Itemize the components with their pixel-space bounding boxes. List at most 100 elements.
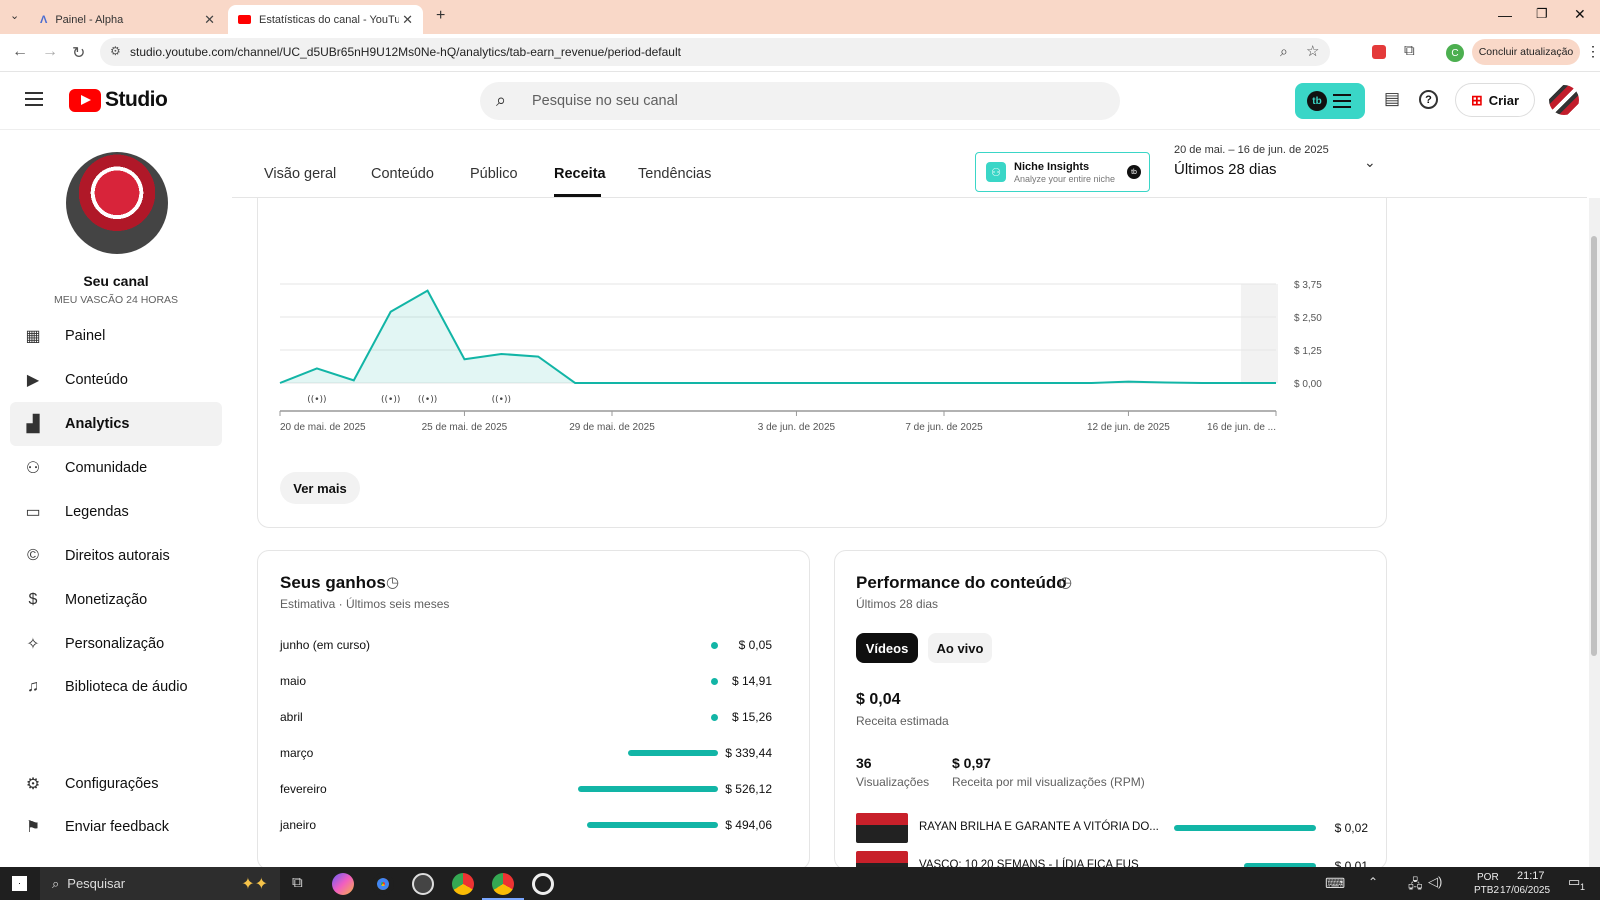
history-clock-icon[interactable]: ◷ bbox=[386, 573, 399, 591]
restore-icon[interactable]: ❐ bbox=[1536, 6, 1548, 22]
sidebar-item-comunidade[interactable]: ⚇ Comunidade bbox=[10, 446, 222, 490]
sidebar-item-biblioteca-audio[interactable]: ♫ Biblioteca de áudio bbox=[10, 665, 222, 709]
channel-avatar[interactable] bbox=[66, 152, 168, 254]
period-range: 20 de mai. – 16 de jun. de 2025 bbox=[1174, 144, 1329, 156]
tray-chevron-icon[interactable]: ⌃ bbox=[1368, 875, 1378, 889]
taskbar-search[interactable]: ⌕ Pesquisar ✦✦ bbox=[40, 867, 280, 900]
chrome-active-icon[interactable] bbox=[492, 873, 514, 895]
network-icon[interactable]: 🖧 bbox=[1408, 875, 1423, 897]
menu-lines-icon bbox=[1333, 94, 1351, 108]
earnings-row: maio $ 14,91 bbox=[280, 671, 790, 691]
tab-ao-vivo[interactable]: Ao vivo bbox=[928, 633, 992, 663]
audio-library-icon: ♫ bbox=[27, 678, 39, 695]
zoom-icon[interactable]: ⌕ bbox=[1280, 43, 1288, 60]
x-tick-label: 12 de jun. de 2025 bbox=[1087, 422, 1170, 433]
niche-title: Niche Insights bbox=[1014, 161, 1090, 173]
taskbar-search-placeholder: Pesquisar bbox=[67, 876, 126, 891]
sidebar-item-direitos-autorais[interactable]: © Direitos autorais bbox=[10, 534, 222, 578]
close-tab-icon[interactable]: ✕ bbox=[204, 12, 215, 28]
earnings-month: maio bbox=[280, 674, 307, 688]
sidebar-item-monetizacao[interactable]: $ Monetização bbox=[10, 578, 222, 622]
close-tab-icon[interactable]: ✕ bbox=[402, 12, 413, 28]
tab-conteudo[interactable]: Conteúdo bbox=[371, 166, 434, 182]
tab-receita[interactable]: Receita bbox=[554, 166, 606, 182]
address-bar[interactable]: ⚙ studio.youtube.com/channel/UC_d5UBr65n… bbox=[100, 38, 1330, 66]
help-icon[interactable]: ? bbox=[1419, 90, 1438, 109]
forward-icon[interactable]: → bbox=[42, 43, 58, 61]
copilot-icon[interactable] bbox=[332, 873, 354, 895]
performance-title: Performance do conteúdo bbox=[856, 573, 1067, 592]
reload-icon[interactable]: ↻ bbox=[72, 43, 85, 63]
sidebar-item-configuracoes[interactable]: ⚙ Configurações bbox=[10, 762, 222, 806]
history-clock-icon[interactable]: ◷ bbox=[1059, 573, 1072, 591]
sidebar-item-analytics[interactable]: ▟ Analytics bbox=[10, 402, 222, 446]
extensions-puzzle-icon[interactable]: ⧉ bbox=[1404, 42, 1415, 59]
obs-icon[interactable] bbox=[412, 873, 434, 895]
gear-icon: ⚙ bbox=[25, 776, 41, 793]
tab-label: Vídeos bbox=[865, 640, 909, 656]
niche-insights-button[interactable]: ⚇ Niche Insights Analyze your entire nic… bbox=[975, 152, 1150, 192]
tab-videos[interactable]: Vídeos bbox=[856, 633, 918, 663]
sidebar-item-enviar-feedback[interactable]: ⚑ Enviar feedback bbox=[10, 805, 222, 849]
extension-red-icon[interactable] bbox=[1372, 45, 1386, 59]
update-button[interactable]: Concluir atualização bbox=[1472, 39, 1580, 65]
profile-avatar[interactable]: C bbox=[1446, 44, 1464, 62]
new-tab-icon[interactable]: + bbox=[436, 7, 445, 25]
clock-time[interactable]: 21:17 bbox=[1517, 870, 1545, 882]
video-row[interactable]: RAYAN BRILHA E GARANTE A VITÓRIA DO... $… bbox=[856, 813, 1368, 843]
channel-search-input[interactable]: ⌕ Pesquise no seu canal bbox=[480, 82, 1120, 120]
windows-start-icon[interactable] bbox=[12, 876, 27, 891]
close-window-icon[interactable]: ✕ bbox=[1574, 6, 1586, 23]
video-title: RAYAN BRILHA E GARANTE A VITÓRIA DO... bbox=[919, 821, 1159, 833]
search-icon: ⌕ bbox=[496, 90, 507, 110]
task-view-icon[interactable]: ⧉ bbox=[292, 874, 303, 891]
tab-title: Painel - Alpha bbox=[55, 13, 124, 26]
site-info-icon[interactable]: ⚙ bbox=[110, 44, 121, 58]
browser-menu-icon[interactable]: ⋮ bbox=[1586, 43, 1600, 60]
minimize-icon[interactable]: — bbox=[1498, 7, 1512, 23]
notifications-icon[interactable]: ▭ bbox=[1568, 874, 1580, 890]
sidebar-item-conteudo[interactable]: ▶ Conteúdo bbox=[10, 358, 222, 402]
earnings-value: $ 14,91 bbox=[731, 674, 772, 688]
youtube-studio-logo[interactable]: Studio bbox=[69, 88, 168, 112]
views-label: Visualizações bbox=[856, 775, 930, 789]
bookmark-star-icon[interactable]: ☆ bbox=[1306, 42, 1319, 60]
subtitles-icon: ▭ bbox=[25, 504, 41, 521]
sidebar-item-painel[interactable]: ▦ Painel bbox=[10, 314, 222, 358]
url-text: studio.youtube.com/channel/UC_d5UBr65nH9… bbox=[130, 45, 681, 59]
performance-card: Performance do conteúdo ◷ Últimos 28 dia… bbox=[834, 550, 1387, 870]
video-thumbnail bbox=[856, 813, 908, 843]
alpha-logo-icon: Λ bbox=[40, 13, 48, 26]
back-icon[interactable]: ← bbox=[12, 43, 28, 61]
ver-mais-button[interactable]: Ver mais bbox=[280, 472, 360, 504]
tab-list-chevron-icon[interactable]: ⌄ bbox=[10, 9, 19, 22]
app-ring-icon[interactable] bbox=[532, 873, 554, 895]
page-scrollbar[interactable] bbox=[1589, 198, 1600, 867]
sidebar-item-legendas[interactable]: ▭ Legendas bbox=[10, 490, 222, 534]
keyboard-icon[interactable]: ⌨ bbox=[1325, 875, 1345, 892]
browser-tab-painel[interactable]: Λ Painel - Alpha ✕ bbox=[30, 5, 225, 34]
tab-publico[interactable]: Público bbox=[470, 166, 518, 182]
account-avatar[interactable] bbox=[1549, 85, 1579, 115]
comments-icon[interactable]: ▤ bbox=[1384, 89, 1400, 109]
language-indicator[interactable]: POR bbox=[1477, 872, 1499, 883]
chrome-icon[interactable] bbox=[372, 873, 394, 895]
volume-icon[interactable]: ◁) bbox=[1428, 874, 1442, 890]
live-stream-icon: ((•)) bbox=[381, 395, 400, 405]
earnings-row: março $ 339,44 bbox=[280, 743, 790, 763]
search-highlight-icon: ✦✦ bbox=[241, 875, 268, 893]
tab-visao-geral[interactable]: Visão geral bbox=[264, 166, 336, 182]
browser-tab-youtube[interactable]: Estatísticas do canal - YouTube ✕ bbox=[228, 5, 423, 34]
sidebar-item-personalizacao[interactable]: ✧ Personalização bbox=[10, 622, 222, 666]
create-button[interactable]: ⊞ Criar bbox=[1455, 83, 1535, 117]
earnings-month: junho (em curso) bbox=[280, 638, 371, 652]
tubebuddy-extension-button[interactable]: tb bbox=[1295, 83, 1365, 119]
earnings-row: junho (em curso) $ 0,05 bbox=[280, 635, 790, 655]
scrollbar-thumb[interactable] bbox=[1591, 236, 1597, 656]
hamburger-menu-icon[interactable] bbox=[25, 92, 43, 106]
earnings-dot bbox=[711, 714, 718, 721]
tab-tendencias[interactable]: Tendências bbox=[638, 166, 711, 182]
sidebar-item-label: Painel bbox=[65, 328, 106, 344]
chrome-profile-icon[interactable] bbox=[452, 873, 474, 895]
period-selector[interactable]: 20 de mai. – 16 de jun. de 2025 Últimos … bbox=[1174, 142, 1514, 186]
